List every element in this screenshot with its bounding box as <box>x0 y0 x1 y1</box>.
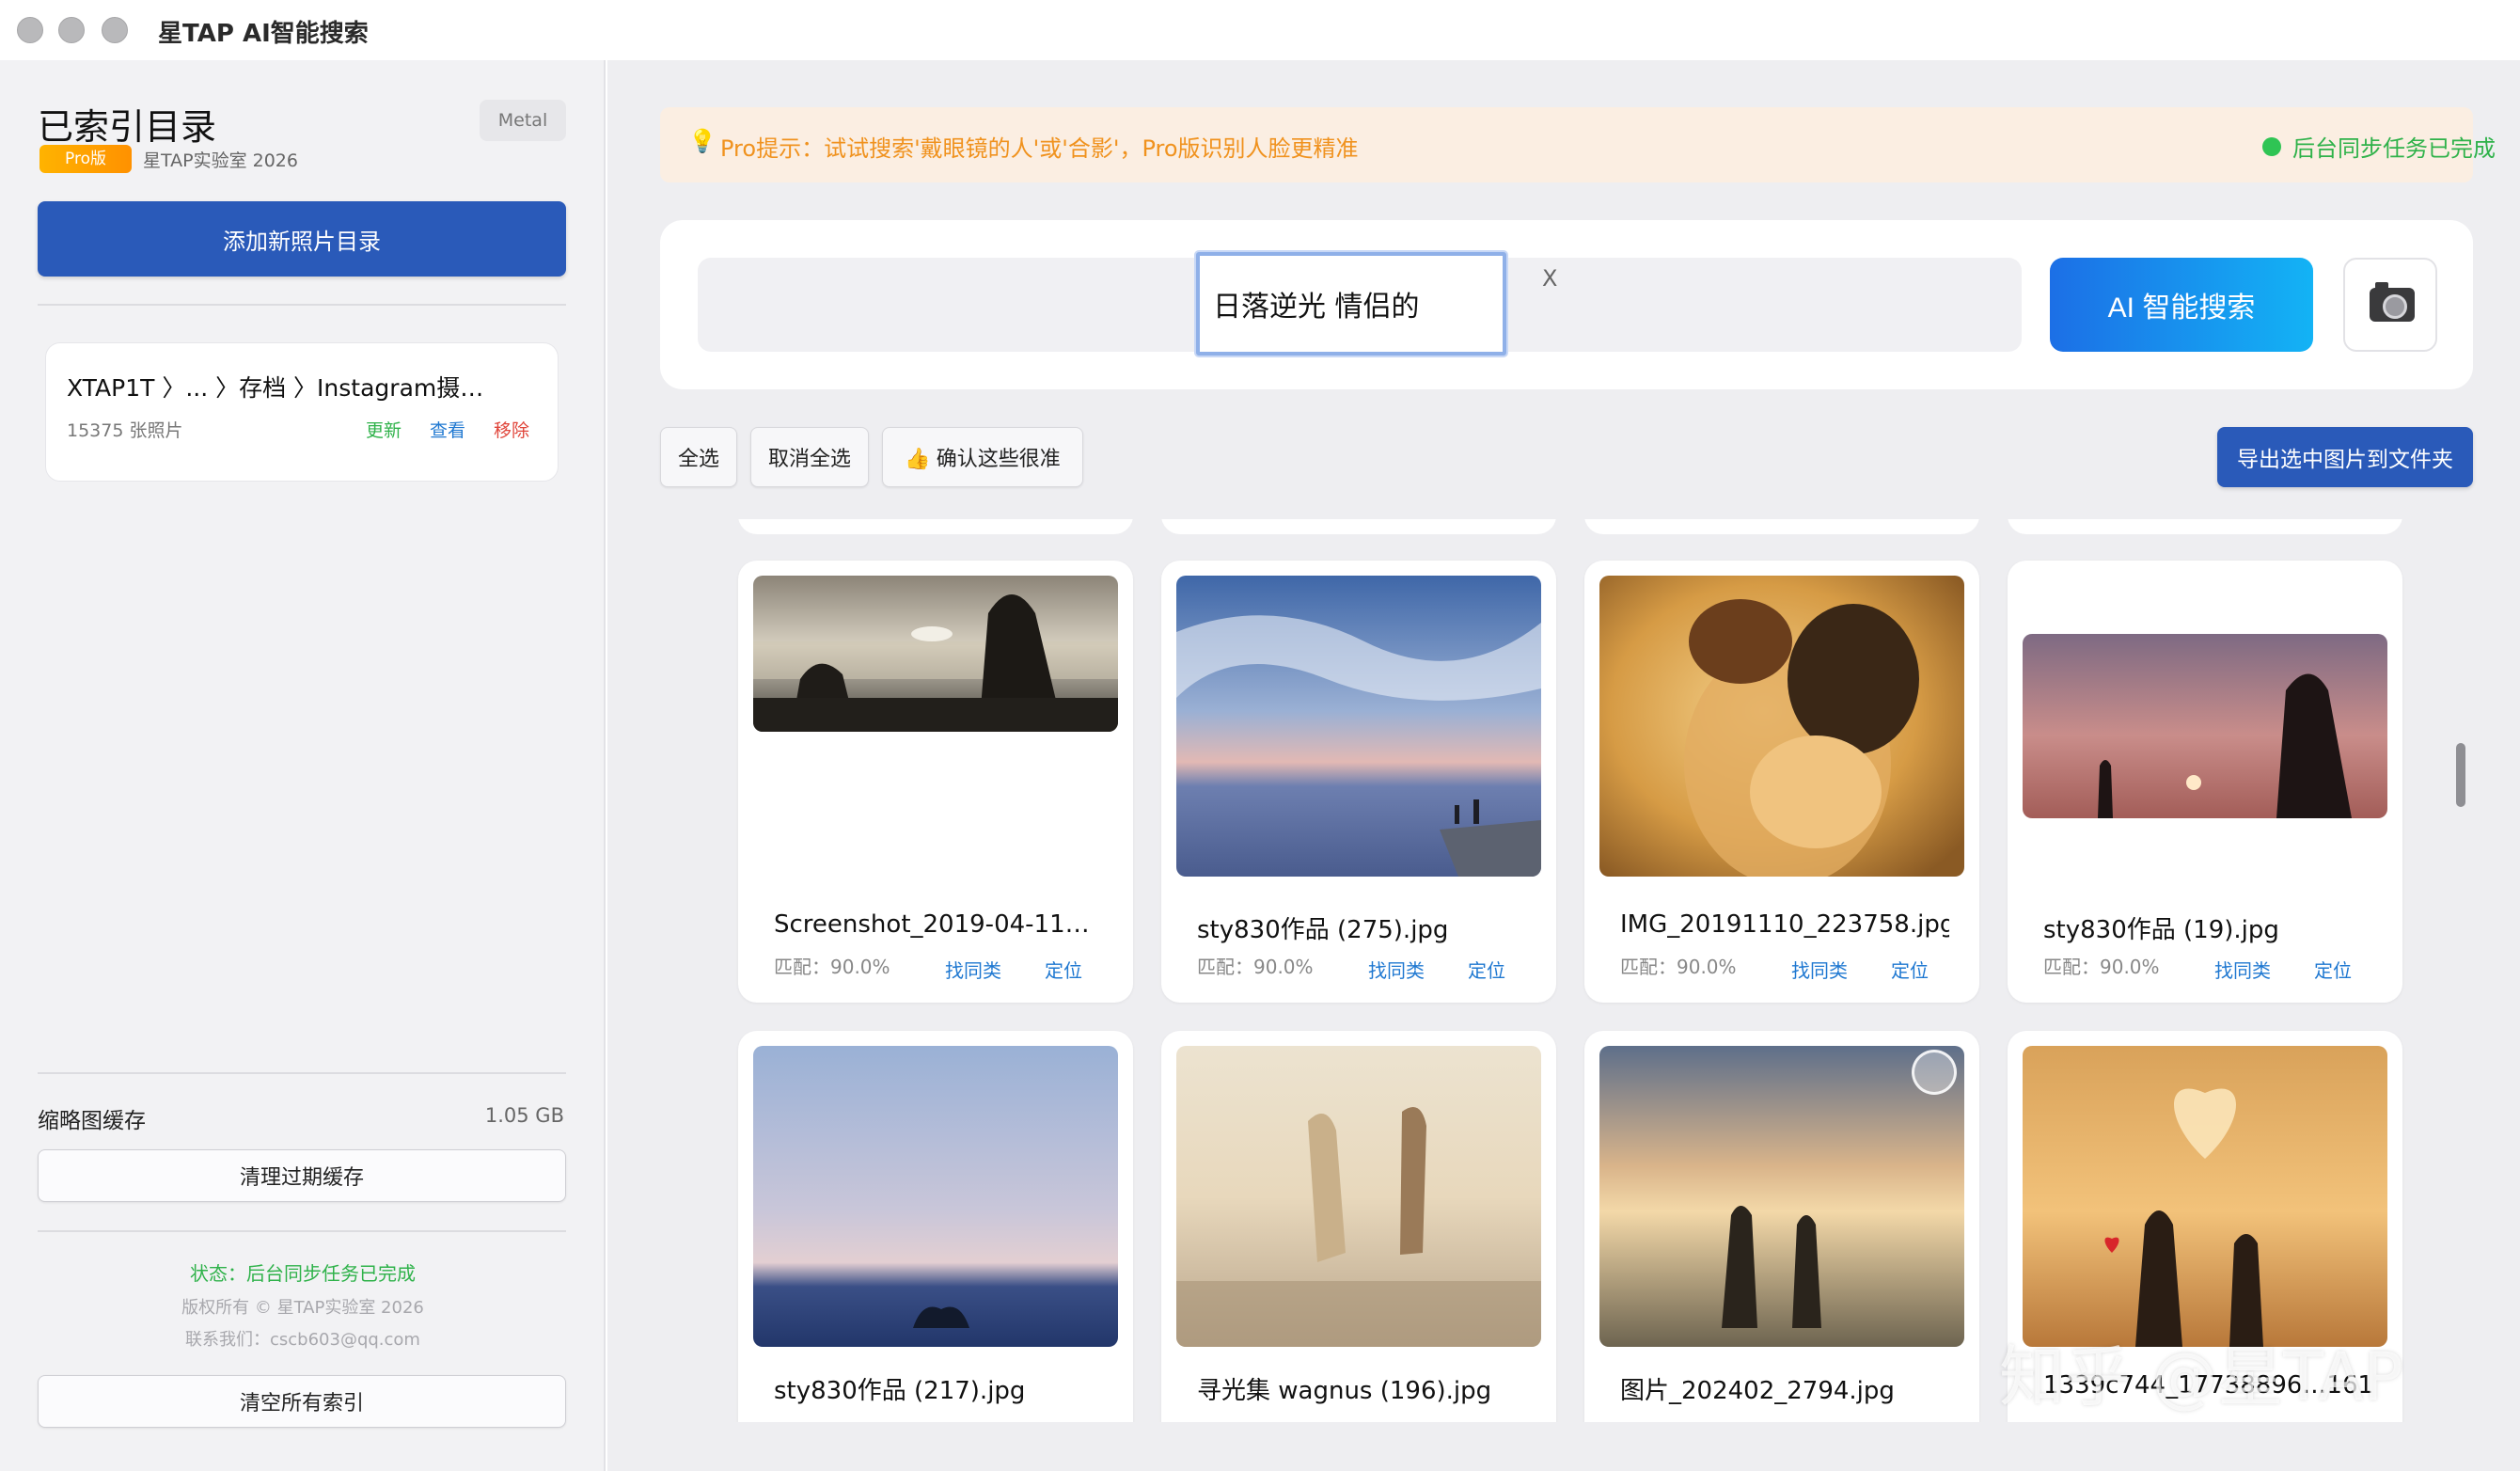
camera-icon <box>2370 282 2415 322</box>
divider <box>38 1072 566 1074</box>
deselect-all-button[interactable]: 取消全选 <box>750 427 869 487</box>
result-photo[interactable] <box>753 1046 1118 1347</box>
watermark: 知乎 @星TAP <box>1999 1338 2403 1416</box>
result-card[interactable]: Screenshot_2019-04-11… 匹配：90.0% 找同类 定位 <box>738 561 1133 1003</box>
result-card[interactable]: sty830作品 (217).jpg <box>738 1031 1133 1422</box>
main-panel: 💡 Pro提示：试试搜索'戴眼镜的人'或'合影'，Pro版识别人脸更精准 后台同… <box>607 60 2520 1471</box>
clear-search-icon[interactable]: X <box>1542 265 1557 292</box>
result-file-name: sty830作品 (275).jpg <box>1197 916 1449 944</box>
result-card-partial <box>738 519 1133 534</box>
thumbnail-cache-size: 1.05 GB <box>484 1104 564 1127</box>
title-bar: 星TAP AI智能搜索 <box>0 0 2520 60</box>
result-file-name: sty830作品 (217).jpg <box>774 1377 1026 1405</box>
sidebar-title: 已索引目录 <box>38 106 217 148</box>
image-search-button[interactable] <box>2343 258 2437 352</box>
remove-directory-link[interactable]: 移除 <box>494 417 529 442</box>
directory-card: XTAP1T 〉... 〉存档 〉Instagram摄… 15375 张照片 更… <box>45 342 559 482</box>
locate-file-link[interactable]: 定位 <box>2314 956 2352 983</box>
result-photo[interactable] <box>2023 634 2387 818</box>
result-card-partial <box>1161 519 1556 534</box>
result-file-name: IMG_20191110_223758.jpg <box>1620 910 1949 939</box>
contact-text: 联系我们：cscb603@qq.com <box>185 1330 420 1350</box>
result-photo[interactable] <box>1599 1046 1964 1347</box>
thumbs-up-icon: 👍 <box>905 447 931 470</box>
directory-photo-count: 15375 张照片 <box>67 420 183 441</box>
locate-file-link[interactable]: 定位 <box>1891 956 1929 983</box>
result-card[interactable]: sty830作品 (19).jpg 匹配：90.0% 找同类 定位 <box>2008 561 2402 1003</box>
result-photo[interactable] <box>1599 576 1964 877</box>
clear-all-index-button[interactable]: 清空所有索引 <box>38 1375 566 1428</box>
confirm-accurate-label: 确认这些很准 <box>936 447 1061 470</box>
close-window-button[interactable] <box>17 17 43 43</box>
result-match-score: 匹配：90.0% <box>1197 956 1314 978</box>
result-photo[interactable] <box>2023 1046 2387 1347</box>
pro-tip-banner: 💡 Pro提示：试试搜索'戴眼镜的人'或'合影'，Pro版识别人脸更精准 后台同… <box>660 107 2496 182</box>
confirm-accurate-button[interactable]: 👍 确认这些很准 <box>882 427 1083 487</box>
result-card-partial <box>2008 519 2402 534</box>
lab-label: 星TAP实验室 2026 <box>143 150 298 171</box>
divider <box>38 304 566 306</box>
result-card[interactable]: sty830作品 (275).jpg 匹配：90.0% 找同类 定位 <box>1161 561 1556 1003</box>
result-card[interactable]: IMG_20191110_223758.jpg 匹配：90.0% 找同类 定位 <box>1584 561 1979 1003</box>
find-similar-link[interactable]: 找同类 <box>2214 956 2271 983</box>
add-directory-button[interactable]: 添加新照片目录 <box>38 201 566 277</box>
search-panel: X AI 智能搜索 <box>660 220 2473 389</box>
pro-badge: Pro版 <box>39 145 132 173</box>
result-match-score: 匹配：90.0% <box>1620 956 1737 978</box>
copyright-text: 版权所有 © 星TAP实验室 2026 <box>181 1298 424 1318</box>
ai-search-button[interactable]: AI 智能搜索 <box>2050 258 2313 352</box>
result-file-name: Screenshot_2019-04-11… <box>774 910 1090 939</box>
pro-tip-text: Pro提示：试试搜索'戴眼镜的人'或'合影'，Pro版识别人脸更精准 <box>720 135 1359 162</box>
sync-status-text: 后台同步任务已完成 <box>2292 135 2496 162</box>
scrollbar-thumb[interactable] <box>2456 743 2465 807</box>
sync-status-dot-icon <box>2262 137 2281 156</box>
lightbulb-icon: 💡 <box>688 128 717 154</box>
divider <box>38 1230 566 1232</box>
zoom-window-button[interactable] <box>102 17 128 43</box>
result-match-score: 匹配：90.0% <box>2043 956 2160 978</box>
directory-path: XTAP1T 〉... 〉存档 〉Instagram摄… <box>67 374 484 402</box>
search-input[interactable] <box>1196 252 1506 356</box>
result-card[interactable]: 图片_202402_2794.jpg <box>1584 1031 1979 1422</box>
status-text: 状态：后台同步任务已完成 <box>190 1262 416 1285</box>
update-directory-link[interactable]: 更新 <box>366 417 402 442</box>
minimize-window-button[interactable] <box>58 17 85 43</box>
view-directory-link[interactable]: 查看 <box>430 417 465 442</box>
window-title: 星TAP AI智能搜索 <box>158 20 369 48</box>
result-file-name: 图片_202402_2794.jpg <box>1620 1377 1895 1405</box>
result-match-score: 匹配：90.0% <box>774 956 890 978</box>
thumbnail-cache-label: 缩略图缓存 <box>38 1109 146 1133</box>
result-file-name: sty830作品 (19).jpg <box>2043 916 2279 944</box>
find-similar-link[interactable]: 找同类 <box>1791 956 1848 983</box>
result-photo[interactable] <box>1176 576 1541 877</box>
result-photo[interactable] <box>1176 1046 1541 1347</box>
locate-file-link[interactable]: 定位 <box>1468 956 1505 983</box>
engine-tag: Metal <box>480 100 566 141</box>
result-card[interactable]: 寻光集 wagnus (196).jpg <box>1161 1031 1556 1422</box>
result-file-name: 寻光集 wagnus (196).jpg <box>1197 1377 1492 1405</box>
select-checkbox[interactable] <box>1912 1050 1957 1095</box>
find-similar-link[interactable]: 找同类 <box>1368 956 1425 983</box>
sidebar: 已索引目录 Metal Pro版 星TAP实验室 2026 添加新照片目录 XT… <box>0 60 606 1471</box>
clear-expired-cache-button[interactable]: 清理过期缓存 <box>38 1149 566 1202</box>
results-grid: Screenshot_2019-04-11… 匹配：90.0% 找同类 定位 s… <box>607 519 2520 1422</box>
find-similar-link[interactable]: 找同类 <box>945 956 1001 983</box>
result-photo[interactable] <box>753 576 1118 732</box>
locate-file-link[interactable]: 定位 <box>1045 956 1082 983</box>
result-card-partial <box>1584 519 1979 534</box>
select-all-button[interactable]: 全选 <box>660 427 737 487</box>
export-selected-button[interactable]: 导出选中图片到文件夹 <box>2217 427 2473 487</box>
